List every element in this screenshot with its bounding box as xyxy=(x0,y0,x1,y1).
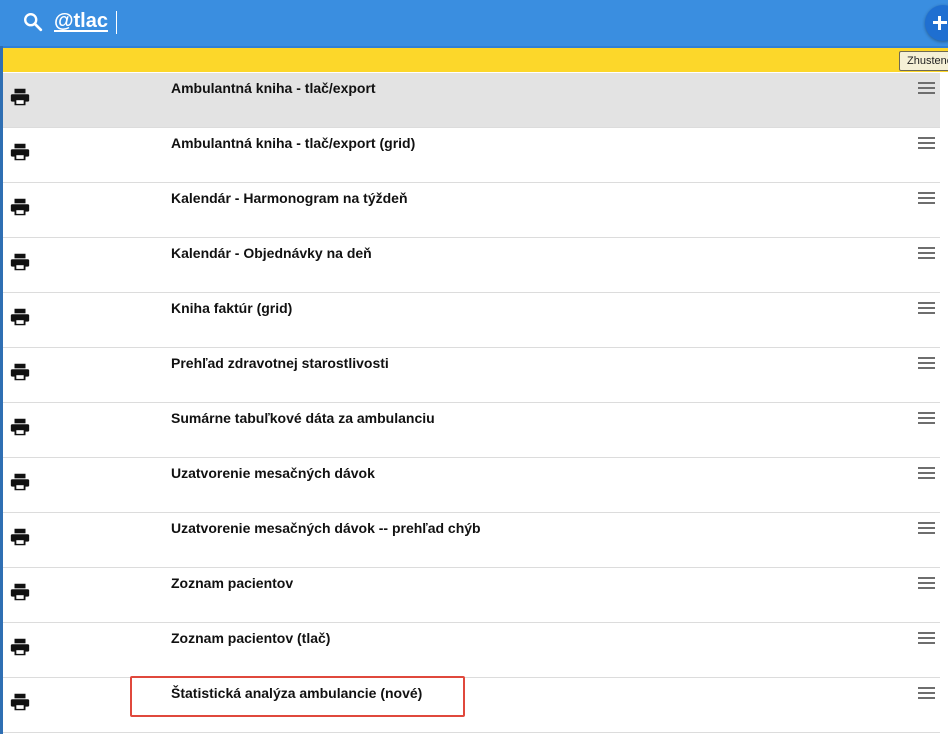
list-item[interactable]: Uzatvorenie mesačných dávok xyxy=(3,458,940,513)
drag-handle-icon[interactable] xyxy=(918,412,935,424)
printer-icon xyxy=(10,473,30,491)
search-header: @tlac xyxy=(0,0,948,46)
printer-icon xyxy=(10,308,30,326)
drag-handle-icon[interactable] xyxy=(918,137,935,149)
toolbar xyxy=(3,46,948,72)
list-item-label: Kniha faktúr (grid) xyxy=(171,300,293,316)
list-item[interactable]: Zoznam pacientov (tlač) xyxy=(3,623,940,678)
printer-icon xyxy=(10,418,30,436)
list-item[interactable]: Ambulantná kniha - tlač/export xyxy=(3,73,940,128)
list-item[interactable]: Zoznam pacientov xyxy=(3,568,940,623)
list-item-label: Zoznam pacientov xyxy=(171,575,294,591)
list-item-label: Uzatvorenie mesačných dávok xyxy=(171,465,375,481)
drag-handle-icon[interactable] xyxy=(918,192,935,204)
text-caret xyxy=(116,11,117,34)
printer-icon xyxy=(10,583,30,601)
printer-icon xyxy=(10,253,30,271)
printer-icon xyxy=(10,693,30,711)
list-item[interactable]: Kalendár - Harmonogram na týždeň xyxy=(3,183,940,238)
search-input[interactable]: @tlac xyxy=(54,10,108,33)
search-icon[interactable] xyxy=(22,11,44,33)
printer-icon xyxy=(10,528,30,546)
drag-handle-icon[interactable] xyxy=(918,577,935,589)
list-item[interactable]: Kalendár - Objednávky na deň xyxy=(3,238,940,293)
list-item[interactable]: Prehľad zdravotnej starostlivosti xyxy=(3,348,940,403)
printer-icon xyxy=(10,198,30,216)
list-item-label: Ambulantná kniha - tlač/export (grid) xyxy=(171,135,416,151)
drag-handle-icon[interactable] xyxy=(918,357,935,369)
compact-view-button[interactable]: Zhustené xyxy=(899,51,948,71)
list-item[interactable]: Uzatvorenie mesačných dávok -- prehľad c… xyxy=(3,513,940,568)
drag-handle-icon[interactable] xyxy=(918,247,935,259)
list-item-label: Sumárne tabuľkové dáta za ambulanciu xyxy=(171,410,435,426)
drag-handle-icon[interactable] xyxy=(918,632,935,644)
list-item-label: Kalendár - Harmonogram na týždeň xyxy=(171,190,408,206)
list-item-label: Zoznam pacientov (tlač) xyxy=(171,630,331,646)
report-list: Ambulantná kniha - tlač/export Ambulantn… xyxy=(3,73,940,733)
list-item-label: Prehľad zdravotnej starostlivosti xyxy=(171,355,389,371)
list-item-label: Kalendár - Objednávky na deň xyxy=(171,245,372,261)
list-item[interactable]: Sumárne tabuľkové dáta za ambulanciu xyxy=(3,403,940,458)
list-item-label: Ambulantná kniha - tlač/export xyxy=(171,80,376,96)
list-item[interactable]: Kniha faktúr (grid) xyxy=(3,293,940,348)
list-item-label: Štatistická analýza ambulancie (nové) xyxy=(171,685,423,701)
drag-handle-icon[interactable] xyxy=(918,467,935,479)
drag-handle-icon[interactable] xyxy=(918,687,935,699)
drag-handle-icon[interactable] xyxy=(918,302,935,314)
printer-icon xyxy=(10,143,30,161)
printer-icon xyxy=(10,363,30,381)
printer-icon xyxy=(10,638,30,656)
list-item-label: Uzatvorenie mesačných dávok -- prehľad c… xyxy=(171,520,481,536)
drag-handle-icon[interactable] xyxy=(918,522,935,534)
printer-icon xyxy=(10,88,30,106)
list-item[interactable]: Ambulantná kniha - tlač/export (grid) xyxy=(3,128,940,183)
drag-handle-icon[interactable] xyxy=(918,82,935,94)
list-item[interactable]: Štatistická analýza ambulancie (nové) xyxy=(3,678,940,733)
